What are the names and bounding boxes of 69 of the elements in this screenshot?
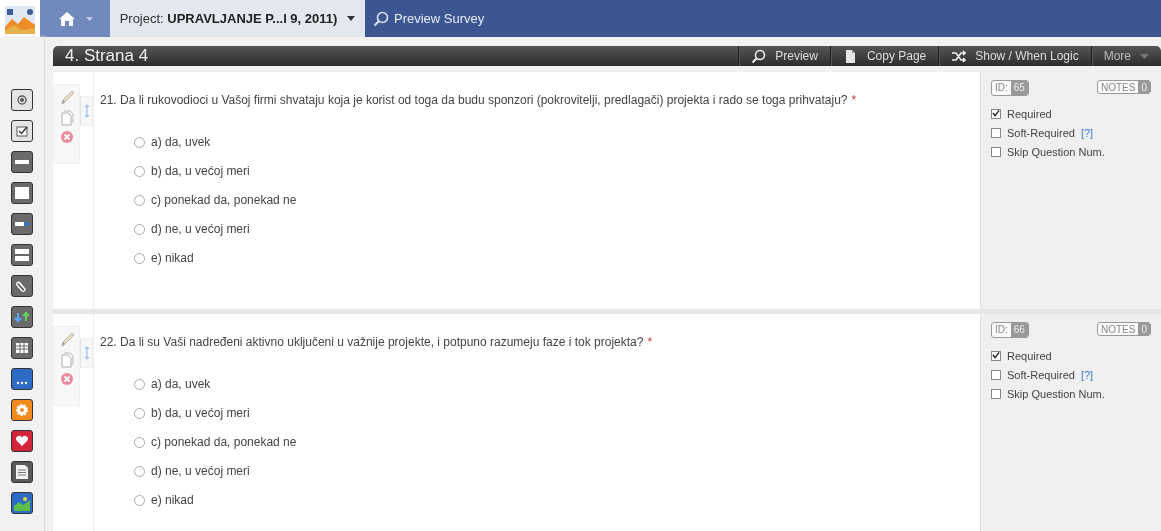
answer-option[interactable]: b) da, u većoj meri [134,406,250,420]
answer-option[interactable]: d) ne, u većoj meri [134,222,250,236]
show-when-logic-button[interactable]: Show / When Logic [938,46,1091,66]
pencil-icon [58,331,75,349]
setting-label: Soft-Required [1007,126,1075,139]
preview-survey-link[interactable]: Preview Survey [373,10,485,27]
answer-option[interactable]: e) nikad [134,493,194,507]
required-mark: * [851,93,857,107]
answer-option[interactable]: d) ne, u većoj meri [134,464,250,478]
required-mark: * [647,335,653,349]
move-icon [83,104,90,118]
logo-icon [4,5,36,35]
answer-option[interactable]: c) ponekad da, ponekad ne [134,193,297,207]
copy-icon [59,110,74,127]
search-icon [373,10,389,27]
page-title: 4. Strana 4 [65,46,149,66]
search-icon [751,48,767,64]
checkbox[interactable] [991,146,1001,157]
setting-label: Required [1007,107,1052,120]
setting-label: Soft-Required [1007,368,1075,381]
home-icon [57,10,76,27]
gear-icon[interactable] [11,399,33,421]
dots-icon[interactable] [11,368,33,390]
project-selector[interactable]: Project: UPRAVLJANJE P...l 9, 2011) [110,0,365,37]
answer-option[interactable]: e) nikad [134,251,194,265]
notes-button[interactable]: NOTES 0 [1097,80,1151,94]
checkbox[interactable] [991,388,1001,399]
caret-icon [1140,53,1149,59]
id-badge: ID: 65 [991,80,1029,96]
move-icon [83,346,90,360]
textbox-icon[interactable] [11,151,33,173]
checkbox[interactable] [991,369,1001,380]
radio-button-icon[interactable] [11,89,33,111]
help-link[interactable]: [?] [1080,368,1094,381]
setting-label: Skip Question Num. [1007,387,1105,400]
checkbox[interactable] [991,108,1001,119]
copy-icon [59,352,74,369]
preview-button[interactable]: Preview [738,46,830,66]
home-button[interactable] [40,0,110,37]
answer-option[interactable]: c) ponekad da, ponekad ne [134,435,297,449]
caret-icon [347,16,356,21]
question-text: 21. Da li rukovodioci u Vašoj firmi shvataju koja je korist od toga da budu sponzori (pokrovitelji, predlagači) projekta i rado se toga prihvataju? [100,93,848,107]
setting-label: Skip Question Num. [1007,145,1105,158]
answer-option[interactable]: a) da, uvek [134,135,211,149]
answer-option[interactable]: a) da, uvek [134,377,211,391]
help-link[interactable]: [?] [1080,126,1094,139]
pencil-icon [58,89,75,107]
checkbox[interactable] [991,127,1001,138]
question-text: 22. Da li su Vaši nadređeni aktivno uključeni u važnije projekte, i potpuno razumeju faze i tok projekta? [100,335,644,349]
text-area-icon[interactable] [11,182,33,204]
more-button[interactable]: More [1090,46,1161,66]
answer-option[interactable]: b) da, u većoj meri [134,164,250,178]
dropdown-icon[interactable] [11,213,33,235]
setting-label: Required [1007,349,1052,362]
grid-icon[interactable] [11,337,33,359]
caret-icon [85,16,93,21]
shuffle-icon [951,48,967,64]
delete-icon [59,130,74,144]
arrows-icon[interactable] [11,306,33,328]
copy-page-button[interactable]: Copy Page [829,46,939,66]
delete-icon [59,372,74,386]
paperclip-icon[interactable] [11,275,33,297]
checkbox-icon[interactable] [11,120,33,142]
stacked-fields-icon[interactable] [11,244,33,266]
document-icon[interactable] [11,461,33,483]
image-icon[interactable] [11,492,33,514]
notes-button[interactable]: NOTES 0 [1097,322,1151,336]
checkbox[interactable] [991,350,1001,361]
id-badge: ID: 66 [991,322,1029,338]
